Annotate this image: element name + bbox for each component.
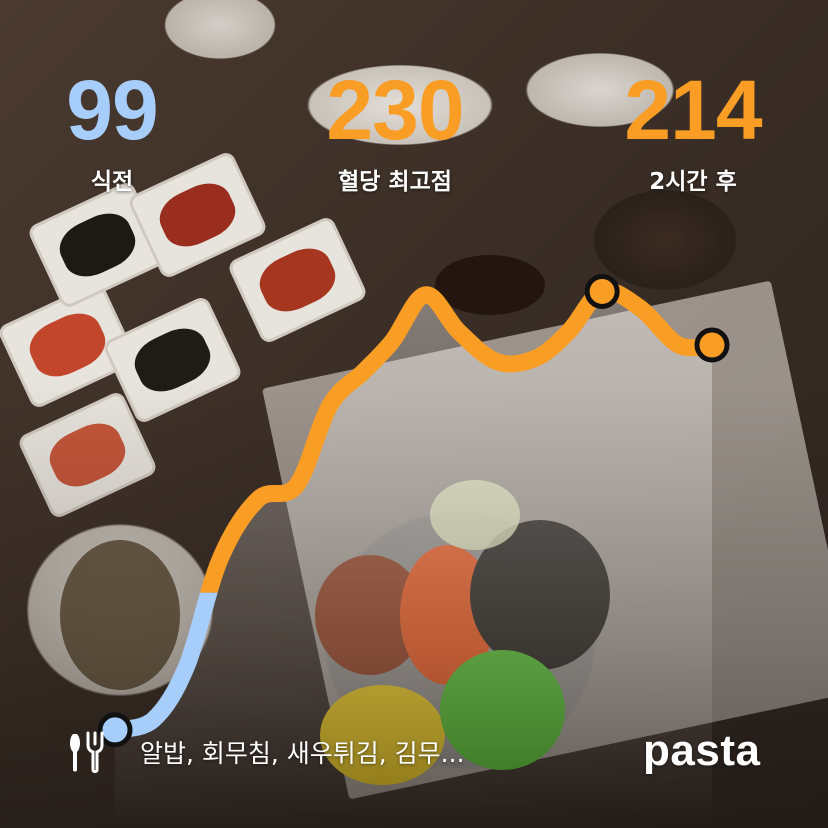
brand-logo: pasta (643, 726, 761, 775)
meal-items-text: 알밥, 회무침, 새우튀김, 김무... (140, 739, 465, 768)
glucose-share-card: 99 식전 230 혈당 최고점 214 2시간 후 알밥, 회무침, 새우튀김… (0, 0, 828, 828)
peak-label: 혈당 최고점 (338, 169, 452, 195)
before-meal-value: 99 (66, 63, 158, 157)
meal-summary: 알밥, 회무침, 새우튀김, 김무... (68, 730, 465, 774)
two-hours-after-label: 2시간 후 (649, 169, 737, 195)
stat-peak: 230 혈당 최고점 (275, 62, 515, 196)
two-hours-after-value: 214 (624, 63, 762, 157)
stat-two-hours-after: 214 2시간 후 (573, 62, 813, 196)
fork-knife-icon (70, 731, 104, 773)
stat-before-meal: 99 식전 (0, 62, 227, 196)
before-meal-label: 식전 (90, 169, 134, 195)
marker-peak (584, 273, 620, 309)
peak-value: 230 (326, 63, 464, 157)
marker-two-hours-after (694, 327, 730, 363)
